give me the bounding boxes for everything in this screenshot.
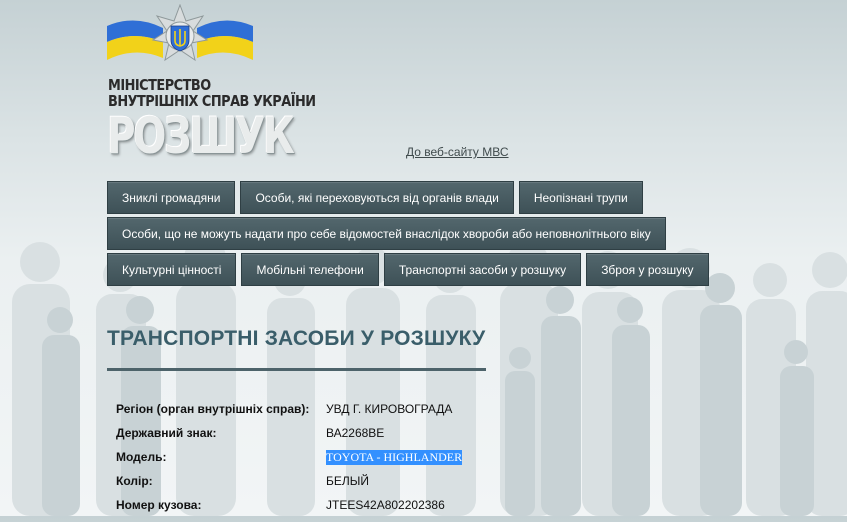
detail-value: ВА2268ВЕ (326, 426, 385, 440)
mvs-website-link[interactable]: До веб-сайту МВС (406, 145, 509, 159)
page: МІНІСТЕРСТВО ВНУТРІШНІХ СПРАВ УКРАЇНИ РО… (0, 0, 847, 516)
ministry-emblem-logo (107, 4, 253, 62)
ministry-name-line1: МІНІСТЕРСТВО (108, 76, 211, 94)
nav-row-1: Зниклі громадяни Особи, які переховуютьс… (107, 181, 643, 214)
detail-value: БЕЛЫЙ (326, 474, 370, 488)
detail-label: Номер кузова: (116, 498, 202, 512)
nav-vehicles[interactable]: Транспортні засоби у розшуку (383, 253, 582, 286)
title-divider (107, 368, 486, 371)
detail-value-selected[interactable]: TOYOTA - HIGHLANDER (326, 450, 463, 465)
brand-title: РОЗШУК (107, 107, 295, 165)
nav-unidentified-persons[interactable]: Особи, що не можуть надати про себе відо… (107, 217, 666, 250)
nav-mobile-phones[interactable]: Мобільні телефони (241, 253, 379, 286)
nav-row-3: Культурні цінності Мобільні телефони Тра… (107, 253, 709, 286)
detail-value: УВД Г. КИРОВОГРАДА (326, 402, 453, 416)
nav-unidentified-bodies[interactable]: Неопізнані трупи (518, 181, 643, 214)
nav-fugitives[interactable]: Особи, які переховуються від органів вла… (240, 181, 514, 214)
page-title: ТРАНСПОРТНІ ЗАСОБИ У РОЗШУКУ (107, 327, 486, 350)
detail-value: JTEES42A802202386 (326, 498, 445, 512)
detail-label: Регіон (орган внутрішніх справ): (116, 402, 310, 416)
nav-row-2: Особи, що не можуть надати про себе відо… (107, 217, 666, 250)
detail-label: Державний знак: (116, 426, 217, 440)
detail-label: Модель: (116, 450, 167, 464)
nav-missing-persons[interactable]: Зниклі громадяни (107, 181, 236, 214)
nav-weapons[interactable]: Зброя у розшуку (586, 253, 709, 286)
nav-cultural-values[interactable]: Культурні цінності (107, 253, 237, 286)
detail-label: Колір: (116, 474, 153, 488)
